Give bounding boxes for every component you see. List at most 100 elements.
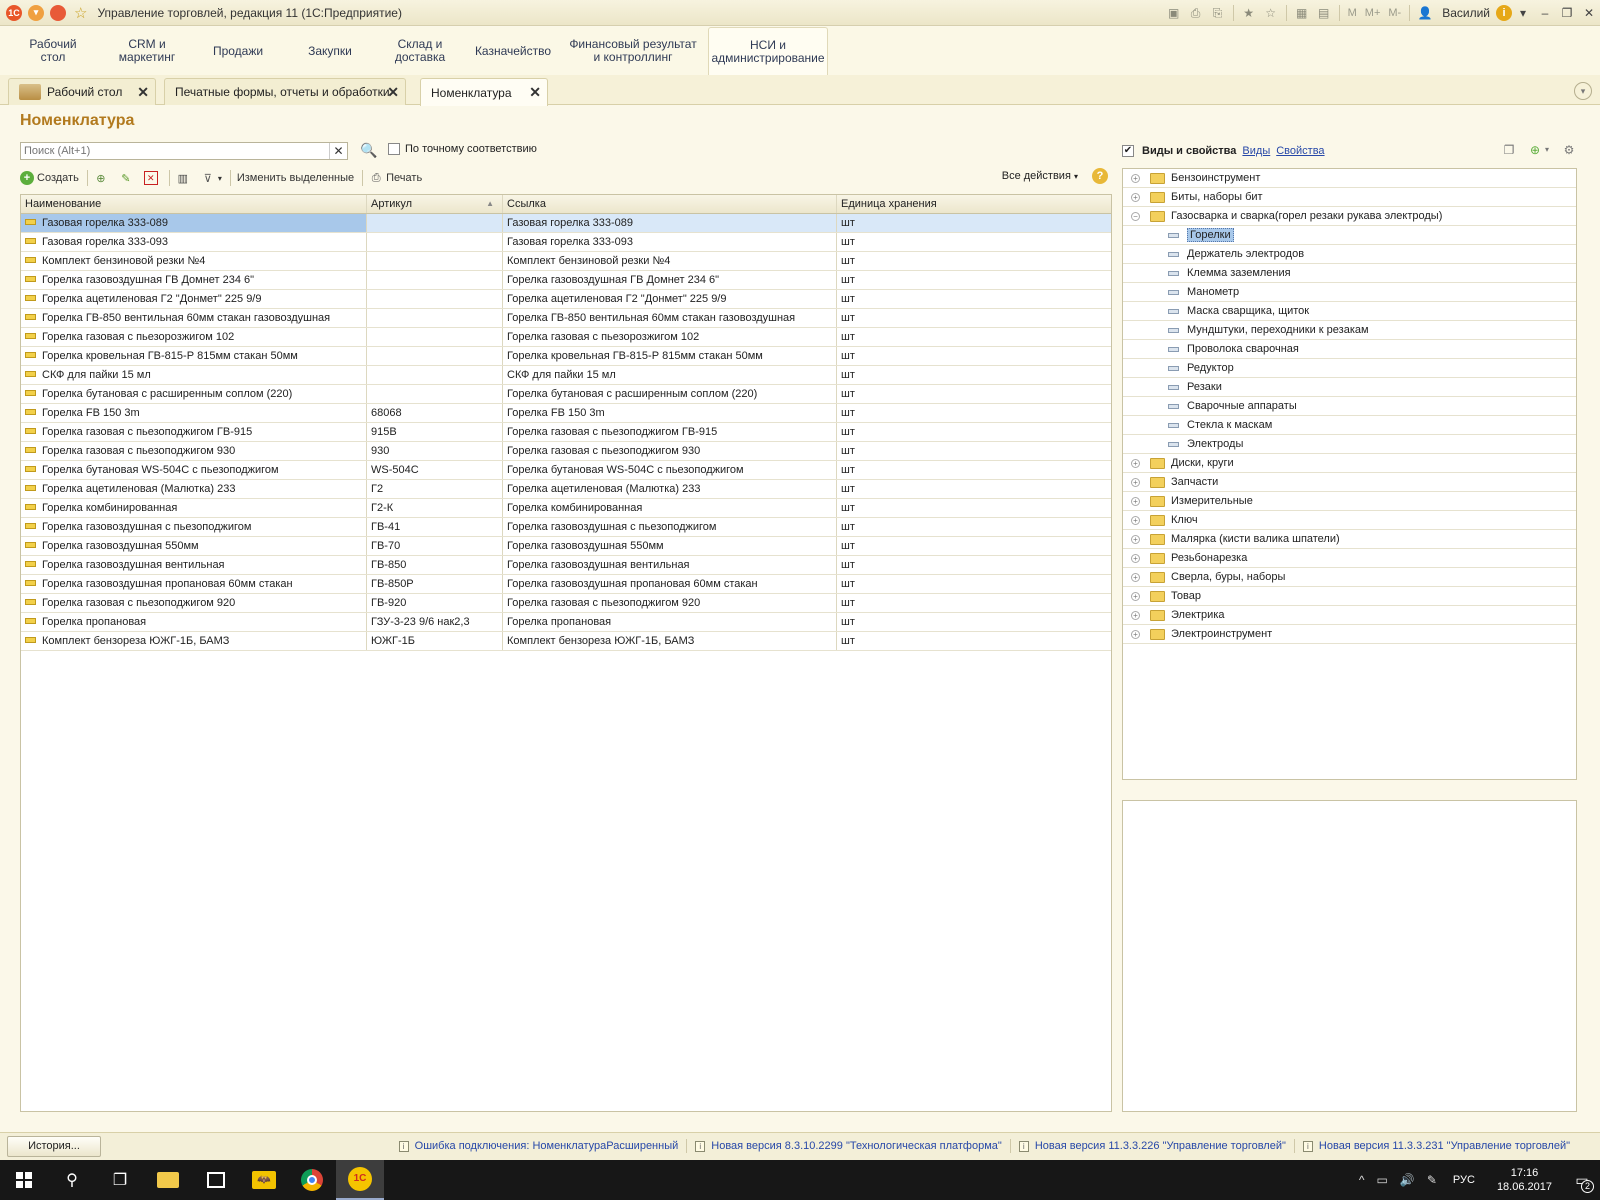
tree-item[interactable]: + Бензоинструмент — [1123, 169, 1576, 188]
tree-item[interactable]: Манометр — [1123, 283, 1576, 302]
chevron-down-icon[interactable]: ▾ — [1543, 142, 1551, 158]
cell-article[interactable] — [367, 290, 503, 308]
print-button[interactable]: ⎙ Печать — [369, 171, 422, 185]
cell-article[interactable] — [367, 385, 503, 403]
table-row[interactable]: Газовая горелка 333-089 Газовая горелка 3… — [21, 214, 1111, 233]
cell-ref[interactable]: Комплект бензореза ЮЖГ-1Б, БАМЗ — [503, 632, 837, 650]
cell-unit[interactable]: шт — [837, 594, 1111, 612]
memory-button-m-plus[interactable]: M+ — [1365, 7, 1381, 19]
cell-unit[interactable]: шт — [837, 328, 1111, 346]
cell-article[interactable] — [367, 271, 503, 289]
tree-item[interactable]: − Газосварка и сварка(горел резаки рукава… — [1123, 207, 1576, 226]
cell-unit[interactable]: шт — [837, 423, 1111, 441]
close-tab-icon[interactable]: ✕ — [529, 84, 541, 101]
column-header-unit[interactable]: Единица хранения — [837, 195, 1111, 213]
section-crm[interactable]: CRM и маркетинг — [106, 27, 188, 75]
cell-ref[interactable]: Горелка ГВ-850 вентильная 60мм стакан га… — [503, 309, 837, 327]
edit-button[interactable]: ✎ — [119, 171, 136, 185]
expand-icon[interactable]: + — [1131, 458, 1140, 468]
table-row[interactable]: Горелка кровельная ГВ-815-Р 815мм стакан… — [21, 347, 1111, 366]
explorer-taskbar-button[interactable] — [144, 1160, 192, 1200]
cell-unit[interactable]: шт — [837, 613, 1111, 631]
table-row[interactable]: Газовая горелка 333-093 Газовая горелка 3… — [21, 233, 1111, 252]
cell-ref[interactable]: Горелка бутановая WS-504C с пьезоподжиго… — [503, 461, 837, 479]
tree-item[interactable]: + Диски, круги — [1123, 454, 1576, 473]
cell-ref[interactable]: Комплект бензиновой резки №4 — [503, 252, 837, 270]
cell-unit[interactable]: шт — [837, 442, 1111, 460]
table-row[interactable]: Горелка пропановая ГЗУ-3-23 9/6 нак2,3 Гор… — [21, 613, 1111, 632]
cell-name[interactable]: Горелка газовоздушная 550мм — [21, 537, 367, 555]
table-row[interactable]: Горелка газовоздушная с пьезоподжигом ГВ-… — [21, 518, 1111, 537]
cell-name[interactable]: Горелка пропановая — [21, 613, 367, 631]
chrome-taskbar-button[interactable] — [288, 1160, 336, 1200]
cell-name[interactable]: Газовая горелка 333-093 — [21, 233, 367, 251]
cell-unit[interactable]: шт — [837, 366, 1111, 384]
info-dropdown-icon[interactable]: ▾ — [1512, 6, 1534, 20]
tree-item[interactable]: Держатель электродов — [1123, 245, 1576, 264]
tab-print-forms[interactable]: Печатные формы, отчеты и обработки ✕ — [164, 78, 406, 105]
cell-ref[interactable]: Горелка газовоздушная пропановая 60мм ст… — [503, 575, 837, 593]
properties-link[interactable]: Свойства — [1276, 145, 1324, 157]
print-icon[interactable]: ⎙ — [1187, 5, 1205, 21]
preview-icon[interactable]: ⎘ — [1209, 5, 1227, 21]
tree-item[interactable]: + Измерительные — [1123, 492, 1576, 511]
expand-icon[interactable]: + — [1131, 610, 1140, 620]
cell-article[interactable]: 915В — [367, 423, 503, 441]
expand-icon[interactable]: + — [1131, 534, 1140, 544]
cell-ref[interactable]: Горелка бутановая с расширенным соплом (… — [503, 385, 837, 403]
cell-article[interactable]: 68068 — [367, 404, 503, 422]
bat-app-taskbar-button[interactable]: 🦇 — [240, 1160, 288, 1200]
tree-item[interactable]: + Сверла, буры, наборы — [1123, 568, 1576, 587]
cell-article[interactable]: Г2 — [367, 480, 503, 498]
cell-unit[interactable]: шт — [837, 556, 1111, 574]
cell-ref[interactable]: Горелка ацетиленовая Г2 "Донмет" 225 9/9 — [503, 290, 837, 308]
cell-name[interactable]: Горелка FB 150 3m — [21, 404, 367, 422]
cell-name[interactable]: Горелка кровельная ГВ-815-Р 815мм стакан… — [21, 347, 367, 365]
cell-name[interactable]: Горелка бутановая WS-504C с пьезоподжиго… — [21, 461, 367, 479]
cell-name[interactable]: Горелка газовоздушная вентильная — [21, 556, 367, 574]
search-taskbar-button[interactable]: ⚲ — [48, 1160, 96, 1200]
pen-icon[interactable]: ✎ — [1427, 1173, 1437, 1187]
cell-name[interactable]: Горелка газовая с пьезорозжигом 102 — [21, 328, 367, 346]
cell-unit[interactable]: шт — [837, 480, 1111, 498]
table-row[interactable]: СКФ для пайки 15 мл СКФ для пайки 15 мл шт — [21, 366, 1111, 385]
app-menu-button[interactable]: ▾ — [28, 4, 44, 21]
notification-platform-version[interactable]: i Новая версия 8.3.10.2299 "Технологическ… — [695, 1139, 1011, 1153]
cell-name[interactable]: Газовая горелка 333-089 — [21, 214, 367, 232]
table-row[interactable]: Горелка ацетиленовая (Малютка) 233 Г2 Горе… — [21, 480, 1111, 499]
cell-name[interactable]: Горелка газовая с пьезоподжигом 930 — [21, 442, 367, 460]
start-button[interactable] — [0, 1160, 48, 1200]
cell-ref[interactable]: Горелка газовоздушная с пьезоподжигом — [503, 518, 837, 536]
cell-unit[interactable]: шт — [837, 252, 1111, 270]
expand-icon[interactable]: + — [1131, 572, 1140, 582]
task-view-button[interactable]: ❐ — [96, 1160, 144, 1200]
tree-item[interactable]: Стекла к маскам — [1123, 416, 1576, 435]
table-row[interactable]: Горелка бутановая WS-504C с пьезоподжиго… — [21, 461, 1111, 480]
notification-connection-error[interactable]: i Ошибка подключения: НоменклатураРасшире… — [398, 1139, 688, 1153]
table-row[interactable]: Горелка газовоздушная 550мм ГВ-70 Горелка … — [21, 537, 1111, 556]
tree-item[interactable]: Резаки — [1123, 378, 1576, 397]
table-row[interactable]: Горелка газовая с пьезоподжигом 930 930 Го… — [21, 442, 1111, 461]
tree-item[interactable]: Электроды — [1123, 435, 1576, 454]
action-center-button[interactable]: ▭ 2 — [1564, 1172, 1600, 1193]
tab-desktop[interactable]: Рабочий стол ✕ — [8, 78, 156, 105]
table-row[interactable]: Горелка ГВ-850 вентильная 60мм стакан га… — [21, 309, 1111, 328]
cell-ref[interactable]: СКФ для пайки 15 мл — [503, 366, 837, 384]
tree-item[interactable]: Сварочные аппараты — [1123, 397, 1576, 416]
cell-article[interactable]: ЮЖГ-1Б — [367, 632, 503, 650]
tree-item[interactable]: + Биты, наборы бит — [1123, 188, 1576, 207]
tabs-dropdown-icon[interactable]: ▾ — [1574, 82, 1592, 100]
cell-article[interactable]: ГВ-41 — [367, 518, 503, 536]
language-indicator[interactable]: РУС — [1453, 1174, 1475, 1186]
minimize-button[interactable]: – — [1534, 6, 1556, 20]
help-icon[interactable]: ? — [1092, 168, 1108, 184]
cell-ref[interactable]: Горелка ацетиленовая (Малютка) 233 — [503, 480, 837, 498]
barcode-button[interactable]: ▥ — [176, 171, 193, 185]
cell-name[interactable]: Горелка ГВ-850 вентильная 60мм стакан га… — [21, 309, 367, 327]
calendar-icon[interactable]: ▤ — [1315, 5, 1333, 21]
cell-unit[interactable]: шт — [837, 575, 1111, 593]
column-header-name[interactable]: Наименование — [21, 195, 367, 213]
create-button[interactable]: + Создать — [20, 171, 79, 185]
cell-name[interactable]: СКФ для пайки 15 мл — [21, 366, 367, 384]
cell-article[interactable] — [367, 347, 503, 365]
